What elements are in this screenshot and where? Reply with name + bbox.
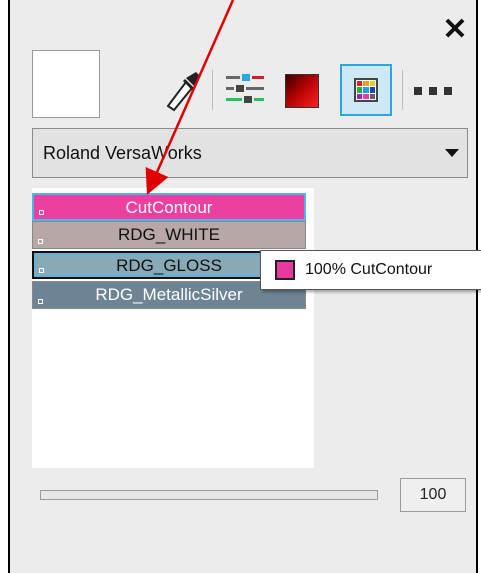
annotation-arrow-icon xyxy=(145,0,235,195)
